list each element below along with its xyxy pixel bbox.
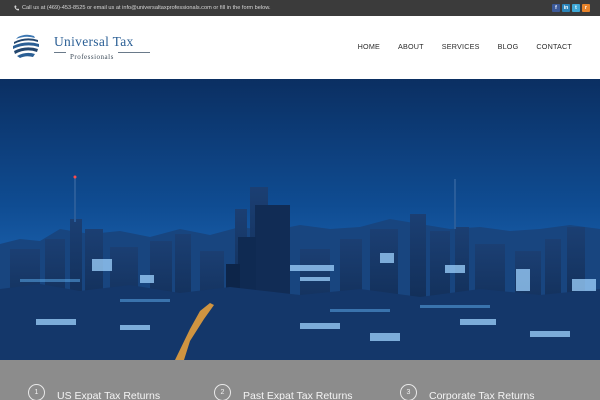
nav-home[interactable]: HOME <box>358 42 380 51</box>
service-item-us-expat[interactable]: 1 US Expat Tax Returns <box>28 384 160 400</box>
logo-title: Universal Tax <box>54 34 134 49</box>
linkedin-icon[interactable]: in <box>562 4 570 12</box>
service-label: Past Expat Tax Returns <box>243 390 353 400</box>
rss-icon[interactable]: r <box>582 4 590 12</box>
phone-icon <box>14 5 19 11</box>
city-skyline-night-image <box>0 79 600 360</box>
twitter-icon[interactable]: t <box>572 4 580 12</box>
nav-contact[interactable]: CONTACT <box>536 42 572 51</box>
nav-blog[interactable]: BLOG <box>498 42 519 51</box>
hero-banner <box>0 79 600 360</box>
contact-info-text: Call us at (469)-453-8525 or email us at… <box>22 5 271 11</box>
social-links: f in t r <box>552 4 590 12</box>
services-strip: 1 US Expat Tax Returns 2 Past Expat Tax … <box>0 360 600 400</box>
nav-about[interactable]: ABOUT <box>398 42 424 51</box>
step-number-badge: 3 <box>400 384 417 400</box>
service-label: Corporate Tax Returns <box>429 390 535 400</box>
service-label: US Expat Tax Returns <box>57 390 161 400</box>
facebook-icon[interactable]: f <box>552 4 560 12</box>
logo[interactable]: Universal Tax Professionals <box>10 30 150 64</box>
service-item-corporate[interactable]: 3 Corporate Tax Returns <box>400 384 534 400</box>
step-number-badge: 1 <box>28 384 45 400</box>
nav-services[interactable]: SERVICES <box>442 42 480 51</box>
main-nav: HOME ABOUT SERVICES BLOG CONTACT <box>358 42 572 51</box>
logo-subtitle: Professionals <box>66 52 118 62</box>
globe-logo-icon <box>12 32 40 60</box>
service-item-past-expat[interactable]: 2 Past Expat Tax Returns <box>214 384 353 400</box>
step-number-badge: 2 <box>214 384 231 400</box>
site-header: Universal Tax Professionals HOME ABOUT S… <box>0 16 600 79</box>
top-bar: Call us at (469)-453-8525 or email us at… <box>0 0 600 16</box>
